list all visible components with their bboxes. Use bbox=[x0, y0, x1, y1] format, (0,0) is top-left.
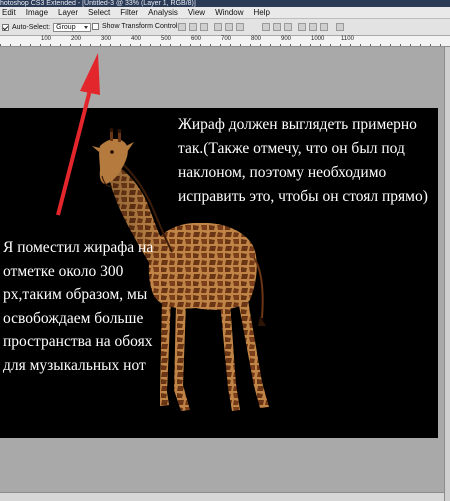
annotation-top-text: Жираф должен выглядеть примерно так.(Так… bbox=[178, 116, 428, 205]
annotation-left-text: Я поместил жирафа на отметке около 300 p… bbox=[3, 239, 154, 374]
red-arrow-icon bbox=[56, 53, 100, 216]
